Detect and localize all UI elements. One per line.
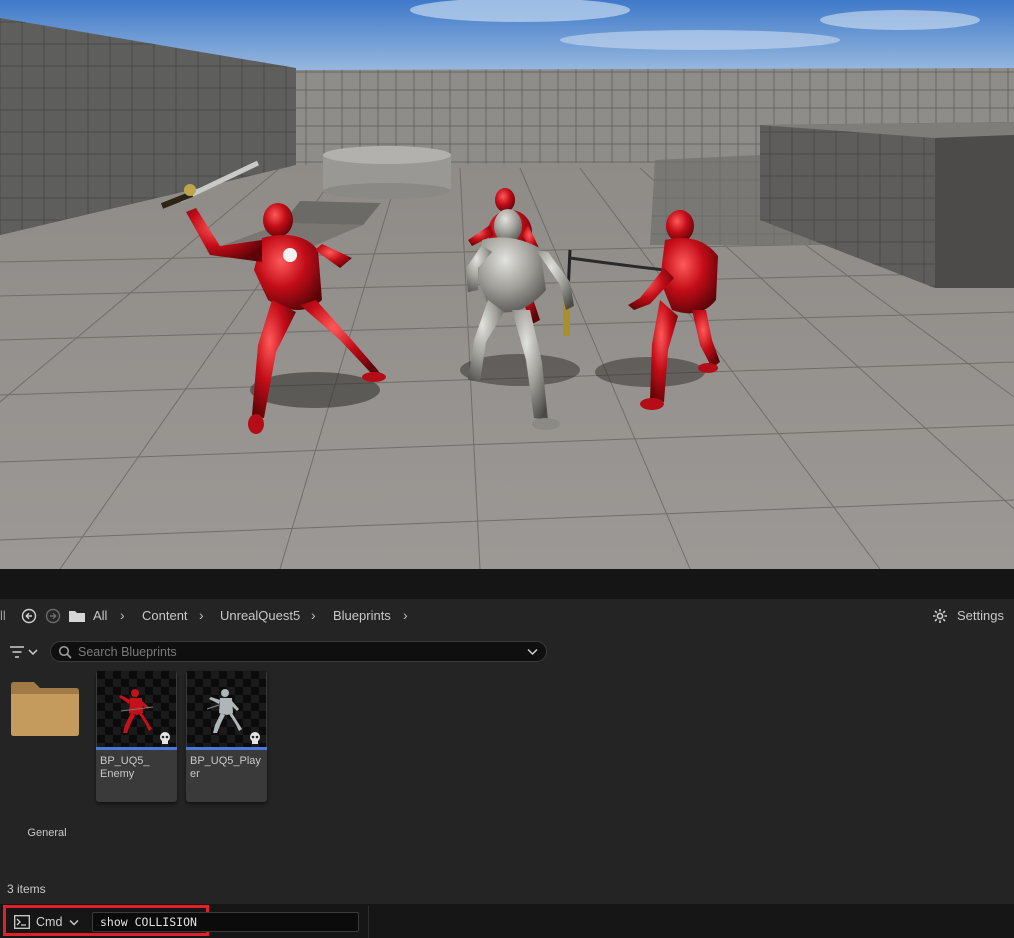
console-icon xyxy=(14,915,30,929)
folder-tile-general[interactable]: General xyxy=(0,671,92,839)
breadcrumb-blueprints[interactable]: Blueprints xyxy=(333,608,391,623)
settings-label: Settings xyxy=(957,608,1004,623)
console-command-field[interactable] xyxy=(92,912,359,932)
filter-button[interactable] xyxy=(6,641,40,663)
level-viewport[interactable] xyxy=(0,0,1014,569)
breadcrumb-all[interactable]: All xyxy=(93,608,107,623)
settings-button[interactable]: Settings xyxy=(932,599,1012,633)
chevron-right-icon[interactable]: › xyxy=(199,607,204,623)
folder-icon xyxy=(11,682,79,736)
folder-name: General xyxy=(27,827,67,839)
gear-icon xyxy=(933,609,947,623)
asset-thumbnail xyxy=(97,671,176,747)
asset-thumbnail xyxy=(187,671,266,747)
divider xyxy=(368,906,369,938)
asset-type-bar xyxy=(96,747,177,750)
chevron-right-icon[interactable]: › xyxy=(120,607,125,623)
chevron-down-icon[interactable] xyxy=(527,648,538,656)
item-count: 3 items xyxy=(7,882,46,896)
chevron-right-icon[interactable]: › xyxy=(311,607,316,623)
skull-icon xyxy=(250,732,260,744)
filter-row xyxy=(0,637,1014,667)
chevron-right-icon[interactable]: › xyxy=(403,607,408,623)
cmd-label: Cmd xyxy=(36,915,63,929)
breadcrumb: ll All › Content › UnrealQuest5 › Bluepr… xyxy=(0,599,1014,633)
command-bar: Cmd xyxy=(0,904,1014,938)
console-command-input[interactable] xyxy=(100,914,350,930)
breadcrumb-content[interactable]: Content xyxy=(142,608,188,623)
search-box[interactable] xyxy=(50,641,547,662)
chevron-down-icon xyxy=(28,649,38,656)
chevron-down-icon xyxy=(69,920,79,926)
content-browser: ll All › Content › UnrealQuest5 › Bluepr… xyxy=(0,599,1014,904)
asset-tile-bp-enemy[interactable]: BP_UQ5_ Enemy xyxy=(96,671,177,802)
back-arrow-icon[interactable] xyxy=(21,608,37,624)
panel-separator xyxy=(0,569,1014,599)
asset-type-bar xyxy=(186,747,267,750)
skull-icon xyxy=(160,732,170,744)
filter-icon xyxy=(10,646,24,658)
asset-tile-bp-player[interactable]: BP_UQ5_Player xyxy=(186,671,267,802)
cmd-dropdown-button[interactable]: Cmd xyxy=(14,914,84,932)
asset-name: BP_UQ5_ Enemy xyxy=(100,755,150,780)
forward-arrow-icon[interactable] xyxy=(45,608,61,624)
truncated-tab-label: ll xyxy=(0,608,6,623)
search-icon xyxy=(58,645,72,659)
asset-name: BP_UQ5_Player xyxy=(190,755,261,780)
breadcrumb-unrealquest5[interactable]: UnrealQuest5 xyxy=(220,608,300,623)
search-input[interactable] xyxy=(78,643,518,660)
folder-icon[interactable] xyxy=(68,609,86,623)
